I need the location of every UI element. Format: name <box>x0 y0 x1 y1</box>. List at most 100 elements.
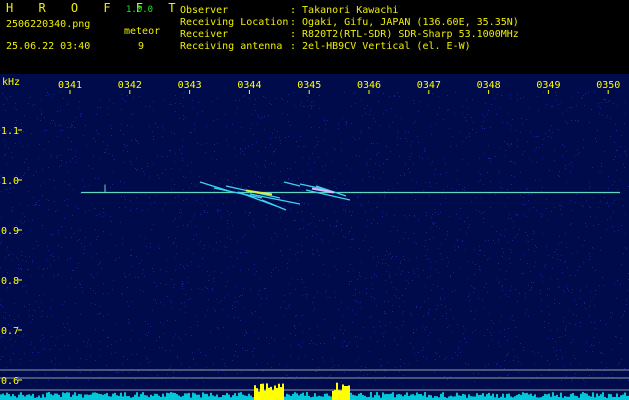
histogram-bar <box>52 395 54 400</box>
histogram-bar <box>154 393 156 400</box>
time-tick-label: 0349 <box>536 80 560 91</box>
histogram-bar <box>388 394 390 400</box>
histogram-bar <box>176 394 178 400</box>
histogram-bar <box>228 394 230 400</box>
histogram-bar <box>106 393 108 400</box>
histogram-bar <box>410 394 412 400</box>
histogram-bar <box>104 394 106 400</box>
histogram-bar <box>330 396 332 400</box>
histogram-bar <box>58 394 60 400</box>
histogram-bar <box>184 393 186 400</box>
histogram-bar <box>112 393 114 400</box>
histogram-bar <box>314 393 316 400</box>
histogram-bar <box>194 393 196 400</box>
histogram-bar <box>514 396 516 400</box>
antenna-value: : 2el-HB9CV Vertical (el. E-W) <box>290 41 471 52</box>
histogram-bar <box>278 383 280 400</box>
histogram-bar <box>20 392 22 400</box>
histogram-bar <box>124 392 126 400</box>
histogram-bar <box>18 394 20 400</box>
histogram-bar <box>596 393 598 400</box>
histogram-bar <box>214 396 216 400</box>
histogram-bar <box>264 390 266 400</box>
histogram-bar <box>68 392 70 400</box>
histogram-bar <box>546 394 548 400</box>
histogram-bar <box>236 396 238 400</box>
histogram-bar <box>164 396 166 400</box>
histogram-bar <box>12 394 14 400</box>
freq-tick-label: 0.7 <box>1 326 19 337</box>
histogram-bar <box>622 394 624 400</box>
histogram-bar <box>62 392 64 400</box>
histogram-bar <box>406 392 408 400</box>
histogram-bar <box>202 392 204 400</box>
histogram-bar <box>174 392 176 400</box>
histogram-bar <box>384 394 386 400</box>
histogram-bar <box>296 393 298 400</box>
histogram-bar <box>436 396 438 400</box>
histogram-bar <box>100 394 102 400</box>
histogram-bar <box>608 393 610 400</box>
histogram-bar <box>328 395 330 400</box>
histogram-bar <box>360 392 362 400</box>
histogram-bar <box>452 396 454 400</box>
histogram-bar <box>244 395 246 400</box>
histogram-bar <box>302 392 304 400</box>
histogram-bar <box>138 396 140 400</box>
histogram-bar <box>344 386 346 400</box>
histogram-bar <box>10 396 12 400</box>
spectrogram: kHz 0341 0342 0343 0344 0345 0346 0347 0348 0349… <box>0 74 629 400</box>
histogram-bar <box>586 393 588 400</box>
histogram-bar <box>376 392 378 400</box>
histogram-bar <box>234 393 236 400</box>
histogram-bar <box>122 396 124 400</box>
histogram-bar <box>418 394 420 400</box>
histogram-bar <box>398 394 400 400</box>
freq-tick-label: 0.8 <box>1 276 19 287</box>
histogram-bar <box>248 393 250 400</box>
histogram-bar <box>32 393 34 400</box>
freq-tick-label: 0.9 <box>1 226 19 237</box>
histogram-bar <box>532 396 534 400</box>
histogram-bar <box>276 387 278 400</box>
histogram-bar <box>524 393 526 400</box>
histogram-bar <box>488 392 490 400</box>
histogram-bar <box>552 392 554 400</box>
meteor-count-label: meteor <box>124 26 161 37</box>
location-value: : Ogaki, Gifu, JAPAN (136.60E, 35.35N) <box>290 17 519 28</box>
histogram-bar <box>168 393 170 400</box>
time-tick-label: 0348 <box>477 80 501 91</box>
histogram-bar <box>592 392 594 400</box>
histogram-bar <box>166 392 168 400</box>
histogram-bar <box>576 396 578 400</box>
histogram-bar <box>542 396 544 400</box>
histogram-bar <box>520 394 522 400</box>
frequency-unit-label: kHz <box>2 77 20 88</box>
histogram-bar <box>280 387 282 400</box>
histogram-bar <box>332 390 334 400</box>
histogram-bar <box>556 394 558 400</box>
histogram-bar <box>118 395 120 400</box>
histogram-bar <box>0 394 2 400</box>
histogram-bar <box>146 395 148 400</box>
histogram-bar <box>518 394 520 400</box>
histogram-bar <box>516 394 518 400</box>
histogram-bar <box>584 393 586 400</box>
histogram-bar <box>22 394 24 400</box>
histogram-bar <box>424 392 426 400</box>
histogram-bar <box>114 392 116 400</box>
histogram-bar <box>262 383 264 400</box>
histogram-bar <box>98 393 100 400</box>
histogram-bar <box>458 395 460 400</box>
histogram-bar <box>420 394 422 400</box>
histogram-bar <box>620 395 622 400</box>
capture-datetime: 25.06.22 03:40 <box>6 41 91 52</box>
histogram-bar <box>560 392 562 400</box>
meteor-count-value: 9 <box>138 41 145 52</box>
histogram-bar <box>482 393 484 400</box>
histogram-bar <box>76 395 78 400</box>
histogram-bar <box>492 393 494 400</box>
histogram-bar <box>590 396 592 400</box>
histogram-bar <box>624 392 626 400</box>
histogram-bar <box>472 396 474 400</box>
